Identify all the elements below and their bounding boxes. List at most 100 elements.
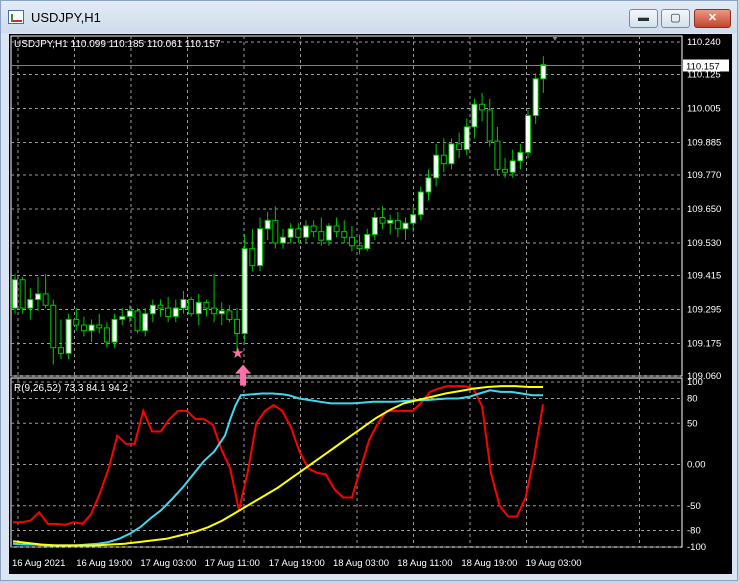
candle-body — [249, 248, 256, 267]
candle-body — [12, 279, 18, 309]
candle-body — [119, 316, 126, 320]
candle-body — [471, 103, 478, 128]
candle-body — [540, 64, 547, 80]
candle-body — [27, 299, 34, 309]
title-bar[interactable]: USDJPY,H1 ▬ ▢ ✕ — [1, 1, 737, 33]
candle-body — [65, 318, 72, 354]
chart-shift-marker-icon — [552, 36, 558, 41]
price-tick-label: 109.295 — [687, 304, 721, 315]
indicator-info-line: R(9,26,52) 73.3 84.1 94.2 — [14, 383, 128, 394]
time-tick-label: 17 Aug 19:00 — [269, 558, 325, 569]
candle-body — [80, 324, 87, 332]
indicator-tick-label: 100 — [687, 377, 703, 388]
price-tick-label: 109.415 — [687, 271, 721, 282]
chart-canvas[interactable]: ★ 110.240 110.125 110.005 109.885 109.770 109… — [9, 34, 732, 574]
price-axis: 110.240110.125110.005109.885109.770109.6… — [12, 36, 729, 569]
price-tick-label: 109.530 — [687, 238, 721, 249]
indicator-line-r9 — [13, 385, 544, 526]
candle-body — [318, 231, 325, 241]
candle-body — [149, 304, 156, 315]
candle-body — [410, 214, 417, 224]
time-tick-label: 18 Aug 19:00 — [461, 558, 517, 569]
indicator-tick-label: -80 — [687, 526, 701, 537]
candle-body — [310, 225, 317, 233]
price-tick-label: 110.005 — [687, 104, 721, 115]
window-title: USDJPY,H1 — [31, 10, 101, 25]
price-tick-label: 110.240 — [687, 37, 721, 48]
candle-body — [433, 154, 440, 179]
candle-body — [356, 245, 363, 250]
chart-app-icon — [8, 10, 24, 24]
candle-body — [417, 191, 424, 216]
candle-body — [96, 324, 103, 329]
candle-body — [394, 219, 401, 230]
candle-body — [73, 318, 80, 326]
candle-body — [195, 301, 202, 315]
candle-body — [348, 236, 355, 247]
chart-grid — [10, 35, 683, 548]
up-arrow-icon — [235, 364, 252, 386]
time-tick-label: 17 Aug 11:00 — [205, 558, 260, 569]
maximize-button[interactable]: ▢ — [661, 9, 690, 28]
candle-body — [34, 293, 41, 301]
candle-body — [257, 228, 264, 267]
indicator-tick-label: -100 — [687, 542, 706, 553]
minimize-button[interactable]: ▬ — [629, 9, 658, 28]
candle-body — [287, 228, 294, 238]
symbol-info-line: USDJPY,H1 110.099 110.185 110.061 110.15… — [14, 39, 221, 50]
indicator-tick-label: 0.00 — [687, 460, 706, 471]
time-tick-label: 18 Aug 11:00 — [397, 558, 452, 569]
candle-body — [157, 304, 164, 309]
candle-body — [42, 293, 49, 306]
price-tick-label: 109.885 — [687, 137, 721, 148]
candle-body — [440, 154, 447, 165]
candle-body — [341, 231, 348, 238]
candle-body — [425, 177, 432, 193]
time-tick-label: 19 Aug 03:00 — [526, 558, 582, 569]
indicator-tick-label: 80 — [687, 394, 698, 405]
candle-body — [88, 324, 95, 332]
candle-body — [19, 279, 26, 309]
candle-body — [456, 143, 463, 151]
candle-body — [142, 313, 149, 332]
candle-body — [111, 318, 118, 343]
candle-body — [211, 307, 218, 315]
candle-body — [463, 126, 470, 151]
indicator-lines — [12, 385, 544, 547]
candle-body — [325, 225, 332, 241]
current-price-label: 110.157 — [686, 61, 720, 72]
price-tick-label: 109.650 — [687, 204, 721, 215]
time-tick-label: 16 Aug 19:00 — [76, 558, 132, 569]
candle-body — [517, 151, 524, 162]
signal-star-icon: ★ — [231, 344, 244, 362]
candle-series: ★ — [11, 56, 682, 386]
candle-body — [364, 233, 371, 250]
candle-body — [241, 248, 248, 335]
candle-body — [295, 228, 302, 238]
candle-body — [126, 310, 133, 318]
candle-body — [218, 310, 225, 315]
indicator-line-r26 — [12, 389, 543, 547]
time-tick-label: 17 Aug 03:00 — [140, 558, 196, 569]
candle-body — [502, 168, 509, 173]
candle-body — [448, 143, 455, 165]
candle-body — [333, 225, 340, 233]
candle-body — [479, 103, 486, 111]
indicator-tick-label: 50 — [687, 418, 698, 429]
price-chart[interactable]: ★ 110.240110.125110.005109.885109.770109… — [9, 34, 732, 574]
chart-window: USDJPY,H1 ▬ ▢ ✕ ★ 110.240 110.125 110.005 1… — [0, 0, 738, 581]
candle-body — [264, 219, 271, 230]
candle-body — [234, 318, 241, 335]
time-tick-label: 16 Aug 2021 — [12, 558, 65, 569]
candle-body — [532, 78, 539, 117]
candle-body — [57, 347, 64, 354]
candle-body — [509, 160, 516, 173]
candle-body — [379, 216, 386, 224]
candle-body — [134, 310, 141, 332]
candle-body — [272, 219, 279, 244]
close-button[interactable]: ✕ — [694, 9, 731, 28]
candle-body — [203, 301, 210, 309]
candle-body — [280, 236, 286, 244]
indicator-tick-label: -50 — [687, 501, 701, 512]
price-tick-label: 109.770 — [687, 170, 721, 181]
